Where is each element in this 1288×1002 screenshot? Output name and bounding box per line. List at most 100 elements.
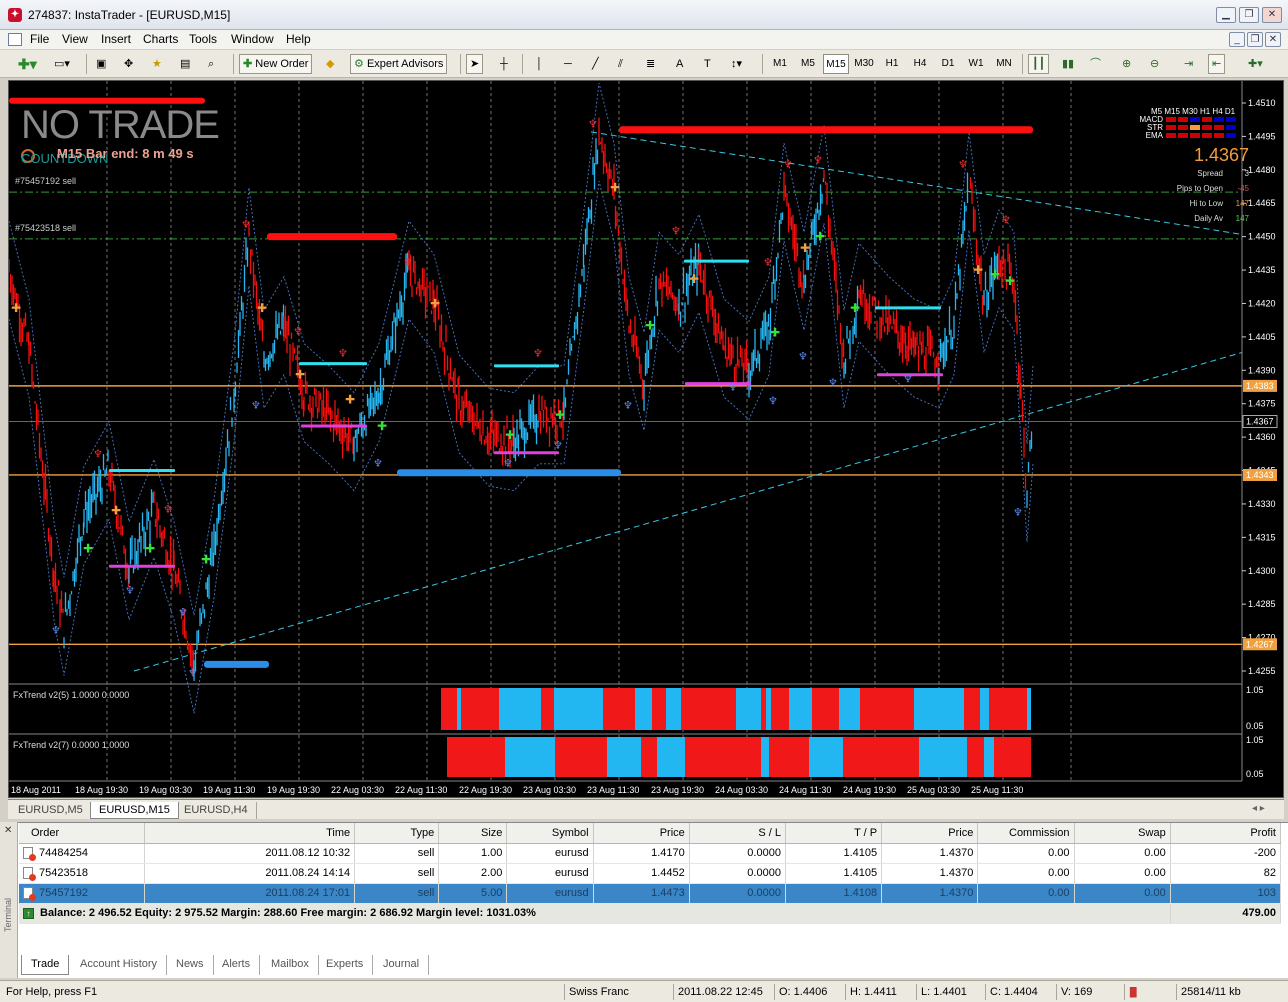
chart-shift-icon[interactable]: ⇤ [1208, 54, 1226, 74]
tab-alerts[interactable]: Alerts [213, 955, 261, 975]
indicator-label: FxTrend v2(5) 1.0000 0.0000 [13, 690, 130, 700]
order-row[interactable]: 75457192 2011.08.24 17:01 sell 5.00 eurusd 1.… [19, 883, 1282, 904]
navigator-icon[interactable]: ✥ [120, 54, 137, 74]
status-open: O: 1.4406 [774, 984, 827, 1000]
menu-file[interactable]: File [26, 32, 53, 46]
favorites-icon[interactable]: ★ [148, 54, 166, 74]
chart-tab-h4[interactable]: EURUSD,H4 [176, 802, 257, 819]
autoscroll-icon[interactable]: ⇥ [1180, 54, 1197, 74]
column-header[interactable]: Type [354, 823, 440, 844]
cursor-icon[interactable]: ➤ [466, 54, 484, 74]
trade-markers: ✚ ✚ ✚ ✚ ✚ ✚ ✚ ✚ ✚ ✚ ✚ ✚ ✚ ✚ ✚ ✚ ✚ ✚ ✚ ✚ ✚ ✚ ♆ ♆ ♆ ♆ ♆ ♆ ♆ ♆ ♆ ♆ ♆ ♆ ♆ ♆ ♆ ♆ ♆ ♆… [9, 97, 1033, 679]
new-chart-icon[interactable]: ✚▾ [14, 54, 41, 74]
timeframe-mn[interactable]: MN [991, 54, 1017, 74]
column-header[interactable]: Swap [1074, 823, 1171, 844]
close-terminal-icon[interactable]: ✕ [4, 825, 12, 836]
new-order-button[interactable]: ✚ New Order [239, 54, 313, 74]
timeframe-w1[interactable]: W1 [963, 54, 989, 74]
strategy-tester-icon[interactable]: ⌕ [204, 54, 218, 74]
mdi-minimize-button[interactable]: _ [1229, 32, 1245, 47]
column-header[interactable]: Commission [977, 823, 1075, 844]
fractal-down-icon: ♆ [178, 606, 188, 619]
chart-canvas[interactable]: ✚ ✚ ✚ ✚ ✚ ✚ ✚ ✚ ✚ ✚ ✚ ✚ ✚ ✚ ✚ ✚ ✚ ✚ ✚ ✚ ✚ ✚ ♆ ♆ ♆ ♆ ♆ ♆ ♆ ♆ ♆ ♆ ♆ ♆ ♆ ♆ ♆ ♆ ♆ ♆… [9, 81, 1284, 798]
trendline-icon[interactable]: ╱ [588, 54, 603, 74]
tab-news[interactable]: News [167, 955, 214, 975]
column-header[interactable]: S / L [689, 823, 786, 844]
trend-segment [769, 737, 809, 777]
column-header[interactable]: Symbol [506, 823, 594, 844]
signal-marker-icon: ✚ [145, 541, 155, 555]
timeframe-h4[interactable]: H4 [907, 54, 933, 74]
table-header: Order Time Type Size Symbol Price S / LT / P Pr… [19, 823, 1282, 844]
timeframe-d1[interactable]: D1 [935, 54, 961, 74]
profiles-icon[interactable]: ▭▾ [50, 54, 74, 74]
vertical-line-icon[interactable]: │ [532, 54, 547, 74]
menu-insert[interactable]: Insert [97, 32, 135, 46]
timeframe-h1[interactable]: H1 [879, 54, 905, 74]
scroll-arrows-icon[interactable]: ◂ ▸ [1252, 803, 1265, 814]
zoom-in-icon[interactable]: ⊕ [1118, 54, 1135, 74]
menu-bar: File View Insert Charts Tools Window Hel… [0, 30, 1288, 50]
indicator-scale-label: 0.05 [1246, 769, 1264, 779]
order-cell: 1.4108 [785, 883, 883, 904]
column-header[interactable]: Price [881, 823, 979, 844]
tab-trade[interactable]: Trade [21, 955, 70, 975]
order-row[interactable]: 75423518 2011.08.24 14:14 sell 2.00 eurusd 1.… [19, 863, 1282, 884]
channel-icon[interactable]: ⫽ [614, 54, 627, 74]
text-label-icon[interactable]: T [700, 54, 715, 74]
column-header[interactable]: Price [593, 823, 690, 844]
timeframe-m15[interactable]: M15 [823, 54, 849, 74]
dash-stat-value: 147 [1235, 199, 1249, 208]
timeframe-m5[interactable]: M5 [795, 54, 821, 74]
time-tick-label: 22 Aug 19:30 [459, 785, 512, 795]
column-header[interactable]: T / P [785, 823, 883, 844]
title-bar: ✦ 274837: InstaTrader - [EURUSD,M15] ▁ ❐… [0, 0, 1288, 30]
status-help: For Help, press F1 [6, 986, 98, 998]
tab-journal[interactable]: Journal [374, 955, 430, 975]
menu-view[interactable]: View [58, 32, 92, 46]
indicators-icon[interactable]: ✚▾ [1244, 54, 1267, 74]
market-watch-icon[interactable]: ▣ [92, 54, 110, 74]
timeframe-m1[interactable]: M1 [767, 54, 793, 74]
price-chart[interactable]: ✚ ✚ ✚ ✚ ✚ ✚ ✚ ✚ ✚ ✚ ✚ ✚ ✚ ✚ ✚ ✚ ✚ ✚ ✚ ✚ ✚ ✚ ♆ ♆ ♆ ♆ ♆ ♆ ♆ ♆ ♆ ♆ ♆ ♆ ♆ ♆ ♆ ♆ ♆ ♆… [8, 80, 1284, 798]
menu-charts[interactable]: Charts [139, 32, 182, 46]
timeframe-m30[interactable]: M30 [851, 54, 877, 74]
chart-tab-m5[interactable]: EURUSD,M5 [10, 802, 92, 819]
dash-stat-value: 147 [1235, 214, 1249, 223]
terminal-icon[interactable]: ▤ [176, 54, 194, 74]
order-row[interactable]: 74484254 2011.08.12 10:32 sell 1.00 eurusd 1.… [19, 843, 1282, 864]
balance-row: ↑ Balance: 2 496.52 Equity: 2 975.52 Marg… [19, 903, 1282, 924]
restore-button[interactable]: ❐ [1239, 7, 1259, 23]
signal-marker-icon: ✚ [645, 319, 655, 333]
chart-tab-m15[interactable]: EURUSD,M15 [90, 802, 179, 819]
menu-window[interactable]: Window [227, 32, 278, 46]
signal-marker-icon: ✚ [610, 181, 620, 195]
menu-tools[interactable]: Tools [185, 32, 221, 46]
tab-mailbox[interactable]: Mailbox [262, 955, 319, 975]
column-header[interactable]: Profit [1170, 823, 1282, 844]
time-tick-label: 23 Aug 19:30 [651, 785, 704, 795]
arrows-icon[interactable]: ↕▾ [727, 54, 746, 74]
autotrading-icon[interactable]: ◆ [322, 54, 338, 74]
minimize-button[interactable]: ▁ [1216, 7, 1236, 23]
order-cell: 103 [1170, 883, 1282, 904]
zoom-out-icon[interactable]: ⊖ [1146, 54, 1163, 74]
text-icon[interactable]: A [672, 54, 687, 74]
line-chart-icon[interactable]: ⌒ [1086, 54, 1105, 74]
candlestick-icon[interactable]: ▮▮ [1058, 54, 1078, 74]
horizontal-line-icon[interactable]: ─ [560, 54, 576, 74]
tab-experts[interactable]: Experts [317, 955, 374, 975]
bar-chart-icon[interactable]: ┃┃ [1028, 54, 1050, 74]
column-header[interactable]: Order [19, 823, 145, 844]
column-header[interactable]: Size [438, 823, 508, 844]
mdi-restore-button[interactable]: ❐ [1247, 32, 1263, 47]
close-button[interactable]: ✕ [1262, 7, 1282, 23]
column-header[interactable]: Time [144, 823, 356, 844]
crosshair-icon[interactable]: ┼ [496, 54, 512, 74]
menu-help[interactable]: Help [282, 32, 315, 46]
fibonacci-icon[interactable]: ≣ [642, 54, 659, 74]
tab-account-history[interactable]: Account History [71, 955, 168, 975]
mdi-close-button[interactable]: ✕ [1265, 32, 1281, 47]
expert-advisors-button[interactable]: ⚙ Expert Advisors [350, 54, 448, 74]
document-icon [8, 33, 22, 46]
